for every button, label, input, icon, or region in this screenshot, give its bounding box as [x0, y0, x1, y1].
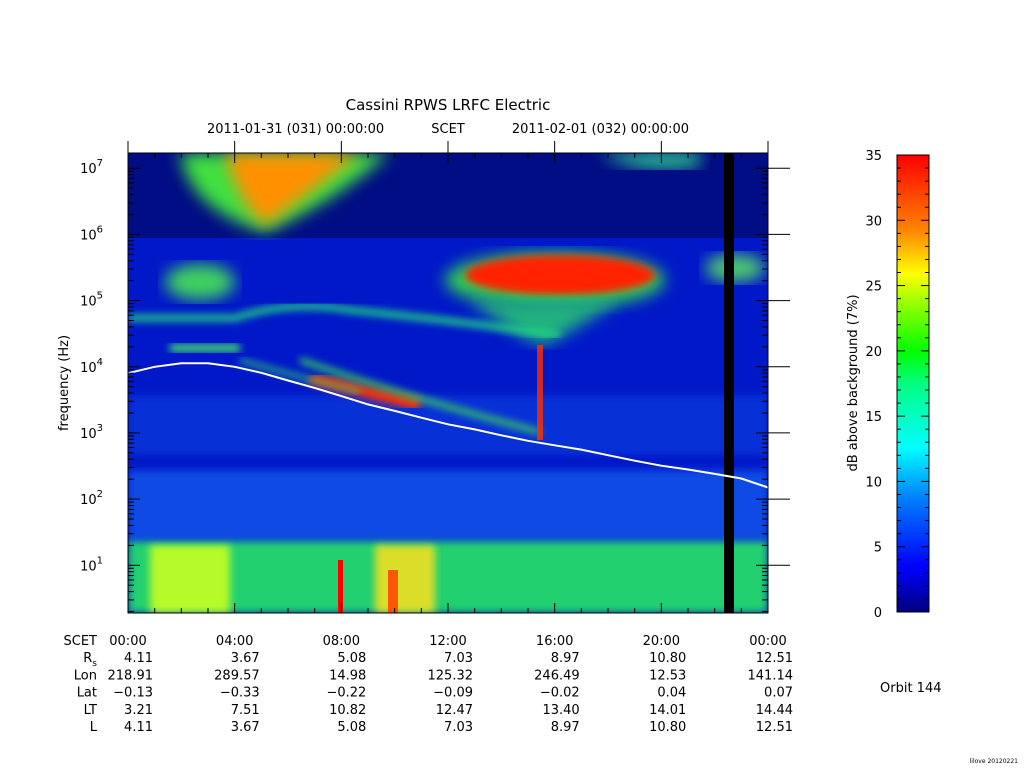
ephemeris-value: 13.40 — [542, 703, 579, 718]
ephemeris-value: 5.08 — [337, 651, 366, 666]
subtitle-mid: SCET — [431, 122, 465, 137]
x-tick-label: 00:00 — [749, 634, 786, 649]
ephemeris-value: 4.11 — [124, 651, 153, 666]
ephemeris-value: 3.21 — [124, 703, 153, 718]
ephemeris-value: 7.03 — [444, 651, 473, 666]
ephemeris-value: 125.32 — [428, 668, 474, 683]
colorbar-tick-label: 30 — [865, 214, 882, 229]
ephemeris-row-label: Lon — [74, 668, 97, 683]
ephemeris-value: 10.82 — [329, 703, 366, 718]
colorbar-scale — [896, 154, 930, 613]
spectrogram-area — [128, 153, 768, 613]
x-tick-label: 04:00 — [216, 634, 253, 649]
y-tick-label: 103 — [80, 423, 103, 442]
colorbar-tick-label: 15 — [865, 410, 882, 425]
ephemeris-value: 12.51 — [756, 720, 793, 735]
y-tick-label: 102 — [80, 489, 103, 508]
ephemeris-value: 8.97 — [551, 651, 580, 666]
ephemeris-value: 12.51 — [756, 651, 793, 666]
y-tick-label: 107 — [80, 158, 103, 177]
ephemeris-row-label: LT — [84, 703, 97, 718]
ephemeris-value: 10.80 — [649, 651, 686, 666]
ephemeris-value: 14.01 — [649, 703, 686, 718]
ephemeris-value: 8.97 — [551, 720, 580, 735]
colorbar-label: dB above background (7%) — [846, 294, 861, 471]
ephemeris-row-label: Rs — [83, 651, 97, 669]
colorbar-tick-label: 20 — [865, 345, 882, 360]
chart-title: Cassini RPWS LRFC Electric — [346, 96, 551, 114]
y-tick-label: 101 — [80, 555, 103, 574]
subtitle-start: 2011-01-31 (031) 00:00:00 — [207, 122, 384, 137]
ephemeris-value: 7.03 — [444, 720, 473, 735]
ephemeris-value: −0.09 — [433, 686, 473, 701]
ephemeris-value: −0.22 — [326, 686, 366, 701]
ephemeris-table: SCET Rs 4.11 3.67 5.08 7.03 8.97 10.80 12.51 Lon 2… — [64, 634, 793, 735]
ephemeris-value: 14.44 — [756, 703, 793, 718]
ephemeris-value: 3.67 — [231, 720, 260, 735]
colorbar-tick-label: 5 — [874, 541, 882, 556]
x-tick-label: 08:00 — [323, 634, 360, 649]
ephemeris-value: 10.80 — [649, 720, 686, 735]
ephemeris-row-label: SCET — [64, 634, 98, 649]
ephemeris-value: 289.57 — [214, 668, 260, 683]
ephemeris-value: −0.02 — [540, 686, 580, 701]
ephemeris-value: 0.07 — [764, 686, 793, 701]
ephemeris-row-label: L — [90, 720, 98, 735]
ephemeris-value: 246.49 — [534, 668, 580, 683]
ephemeris-value: 12.53 — [649, 668, 686, 683]
ephemeris-value: 3.67 — [231, 651, 260, 666]
ephemeris-value: 4.11 — [124, 720, 153, 735]
spectrogram-figure: Cassini RPWS LRFC Electric 2011-01-31 (0… — [57, 96, 1019, 765]
ephemeris-value: 12.47 — [436, 703, 473, 718]
y-tick-label: 104 — [80, 357, 103, 376]
y-axis-label: frequency (Hz) — [57, 335, 72, 431]
x-tick-label: 20:00 — [643, 634, 680, 649]
ephemeris-value: 141.14 — [748, 668, 794, 683]
colorbar-tick-label: 25 — [865, 280, 882, 295]
orbit-label: Orbit 144 — [880, 681, 941, 696]
colorbar-tick-label: 35 — [865, 149, 882, 164]
ephemeris-value: −0.33 — [220, 686, 260, 701]
footer-credit: lilove 20120221 — [970, 758, 1019, 765]
x-tick-label: 12:00 — [429, 634, 466, 649]
subtitle-end: 2011-02-01 (032) 00:00:00 — [512, 122, 689, 137]
colorbar: 0 5 10 15 20 25 30 35 dB above background (7%) — [846, 149, 930, 621]
y-tick-label: 106 — [80, 224, 103, 243]
colorbar-tick-label: 10 — [865, 475, 882, 490]
ephemeris-value: 218.91 — [108, 668, 154, 683]
ephemeris-value: 14.98 — [329, 668, 366, 683]
ephemeris-value: 0.04 — [657, 686, 686, 701]
x-tick-label: 00:00 — [109, 634, 146, 649]
ephemeris-value: 7.51 — [231, 703, 260, 718]
ephemeris-value: 5.08 — [337, 720, 366, 735]
ephemeris-row-label: Lat — [77, 686, 97, 701]
x-tick-label: 16:00 — [536, 634, 573, 649]
y-tick-label: 105 — [80, 291, 103, 310]
ephemeris-value: −0.13 — [113, 686, 153, 701]
colorbar-tick-label: 0 — [874, 606, 882, 621]
